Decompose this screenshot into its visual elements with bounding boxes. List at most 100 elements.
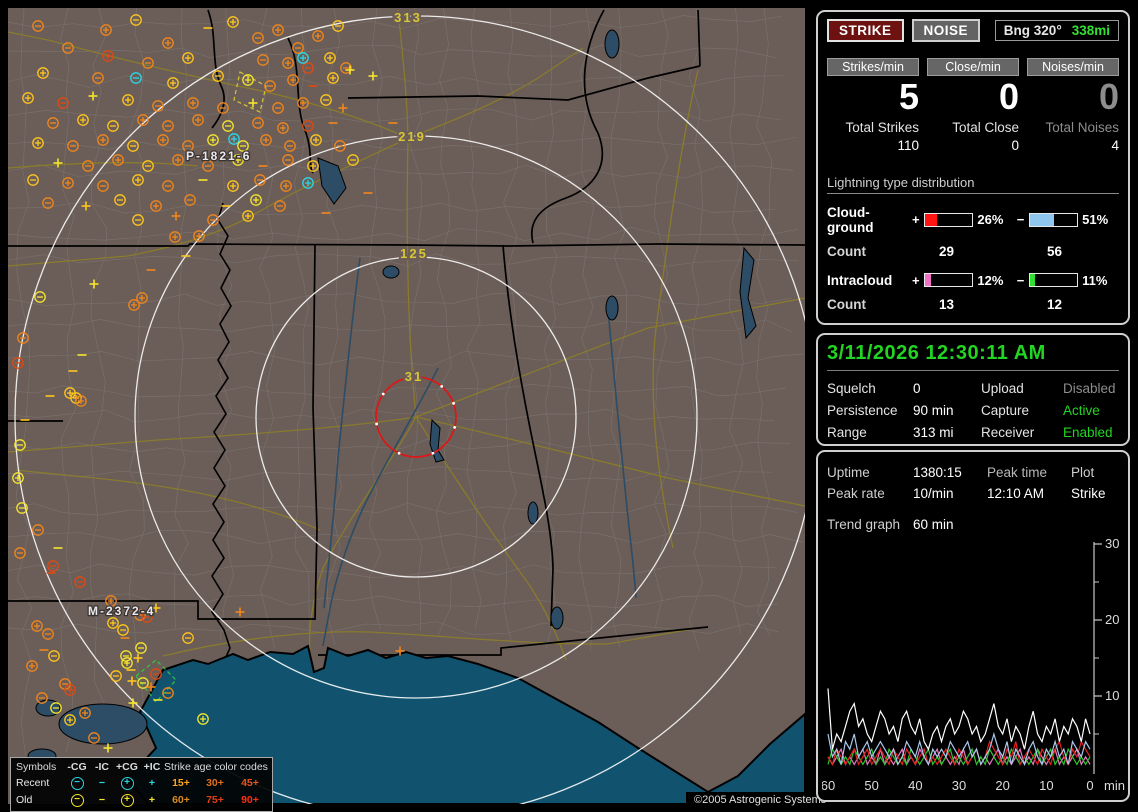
svg-text:min: min	[1104, 778, 1125, 793]
legend-col-ic-pos: +IC	[143, 761, 161, 773]
cg-pos-old-icon: +	[114, 793, 140, 807]
total-noises-value: 4	[1111, 137, 1119, 153]
cg-pos-recent-icon: +	[114, 776, 140, 790]
ic-neg-count: 12	[1047, 296, 1063, 312]
ic-pos-old-icon: +	[148, 794, 156, 806]
strikes-per-min-value: 5	[898, 76, 919, 117]
svg-text:60: 60	[822, 778, 835, 793]
bearing-readout: Bng 320° 338mi	[994, 20, 1119, 41]
cloud-ground-label: Cloud-ground	[827, 204, 874, 235]
age-90: 90+	[241, 794, 259, 806]
cg-neg-recent-icon: −	[64, 776, 90, 790]
peak-rate-label: Peak rate	[827, 486, 885, 501]
ic-neg-old-icon: −	[98, 794, 106, 806]
cg-neg-count: 56	[1047, 243, 1063, 259]
receiver-status: Enabled	[1063, 425, 1113, 440]
ic-pos-sign: +	[911, 272, 920, 288]
trend-window-value: 60 min	[913, 517, 954, 532]
ic-neg-recent-icon: −	[98, 777, 106, 789]
age-30: 30+	[206, 777, 224, 789]
strikes-per-min-label: Strikes/min	[827, 58, 919, 76]
legend-col-cg-pos: +CG	[116, 761, 138, 773]
ic-neg-pct: 11%	[1082, 272, 1108, 288]
intracloud-label: Intracloud	[827, 272, 893, 288]
system-status-panel: 3/11/2026 12:30:11 AM Squelch 0 Upload D…	[816, 333, 1130, 446]
storm-cell-label: M-2372-4	[88, 604, 155, 618]
trend-series-total-strikes	[827, 688, 1091, 751]
svg-text:30: 30	[1105, 538, 1119, 551]
cloud-ground-count-row: Count 29 56	[827, 244, 1119, 259]
cg-count-label: Count	[827, 243, 866, 259]
plot-label: Plot	[1071, 465, 1095, 480]
trend-graph: 10 20 30 60 50 40 30 20 10 0 min	[822, 538, 1125, 793]
cg-pos-sign: +	[911, 212, 920, 228]
intracloud-row: Intracloud + 12% − 11%	[827, 273, 1119, 288]
svg-text:10: 10	[1039, 778, 1053, 793]
ic-count-label: Count	[827, 296, 866, 312]
distribution-title: Lightning type distribution	[827, 175, 1119, 194]
map-legend: Symbols -CG -IC +CG +IC Strike age color…	[10, 757, 273, 812]
plot-mode-value: Strike	[1071, 486, 1106, 501]
squelch-value: 0	[913, 381, 921, 396]
ring-label: 313	[394, 10, 422, 25]
age-45: 45+	[241, 777, 259, 789]
uptime-label: Uptime	[827, 465, 870, 480]
legend-symbols-header: Symbols	[16, 761, 57, 773]
total-close-value: 0	[1011, 137, 1019, 153]
ring-label: 31	[405, 369, 423, 384]
ic-pos-pct: 12%	[977, 272, 1004, 288]
upload-status: Disabled	[1063, 381, 1116, 396]
age-15: 15+	[172, 777, 190, 789]
intracloud-count-row: Count 13 12	[827, 297, 1119, 312]
strike-mode-button[interactable]: STRIKE	[827, 19, 904, 42]
upload-label: Upload	[981, 381, 1024, 396]
app-window: 313 219 125 31 P-1821-6 M-2372-4 Symbols -CG…	[0, 0, 1138, 812]
cg-neg-old-icon: −	[64, 793, 90, 807]
svg-text:20: 20	[1105, 612, 1119, 627]
peak-time-value: 12:10 AM	[987, 486, 1045, 501]
peak-time-label: Peak time	[987, 465, 1048, 480]
persistence-value: 90 min	[913, 403, 954, 418]
cg-neg-pct: 51%	[1082, 212, 1109, 228]
peak-rate-value: 10/min	[913, 486, 954, 501]
legend-old-label: Old	[16, 794, 33, 806]
svg-text:10: 10	[1105, 688, 1119, 703]
copyright-text: ©2005 Astrogenic Systems	[686, 792, 835, 808]
ic-pos-recent-icon: +	[148, 777, 156, 789]
uptime-value: 1380:15	[913, 465, 962, 480]
legend-col-cg-neg: -CG	[67, 761, 87, 773]
trend-graph-label: Trend graph	[827, 517, 901, 532]
svg-text:50: 50	[864, 778, 878, 793]
strike-stats-panel: STRIKE NOISE Bng 320° 338mi Strikes/min …	[816, 10, 1130, 325]
datetime-display: 3/11/2026 12:30:11 AM	[827, 342, 1119, 371]
legend-recent-label: Recent	[16, 777, 50, 789]
map-view[interactable]: 313 219 125 31 P-1821-6 M-2372-4 Symbols -CG…	[8, 8, 835, 812]
ic-pos-bar	[923, 273, 974, 288]
noise-mode-button[interactable]: NOISE	[911, 19, 981, 42]
map-canvas[interactable]: 313 219 125 31 P-1821-6 M-2372-4	[8, 8, 805, 804]
ring-label: 219	[398, 129, 426, 144]
close-per-min-label: Close/min	[927, 58, 1019, 76]
cg-neg-bar	[1028, 212, 1079, 227]
svg-text:0: 0	[1086, 778, 1093, 793]
svg-text:30: 30	[952, 778, 966, 793]
total-strikes-value: 110	[897, 137, 919, 153]
svg-text:40: 40	[908, 778, 922, 793]
squelch-label: Squelch	[827, 381, 876, 396]
svg-text:20: 20	[995, 778, 1009, 793]
legend-age-header: Strike age color codes	[164, 761, 268, 773]
cg-pos-pct: 26%	[977, 212, 1004, 228]
capture-status: Active	[1063, 403, 1100, 418]
noises-per-min-value: 0	[1098, 76, 1119, 117]
ic-pos-count: 13	[939, 296, 955, 312]
age-60: 60+	[172, 794, 190, 806]
age-75: 75+	[206, 794, 224, 806]
ic-neg-sign: −	[1016, 272, 1025, 288]
bearing-distance: 338mi	[1071, 23, 1110, 38]
cloud-ground-row: Cloud-ground + 26% − 51%	[827, 205, 1119, 235]
bearing-value: Bng 320°	[1003, 23, 1062, 38]
cg-pos-count: 29	[939, 243, 955, 259]
range-label: Range	[827, 425, 867, 440]
capture-label: Capture	[981, 403, 1030, 418]
cg-pos-bar	[923, 212, 974, 227]
